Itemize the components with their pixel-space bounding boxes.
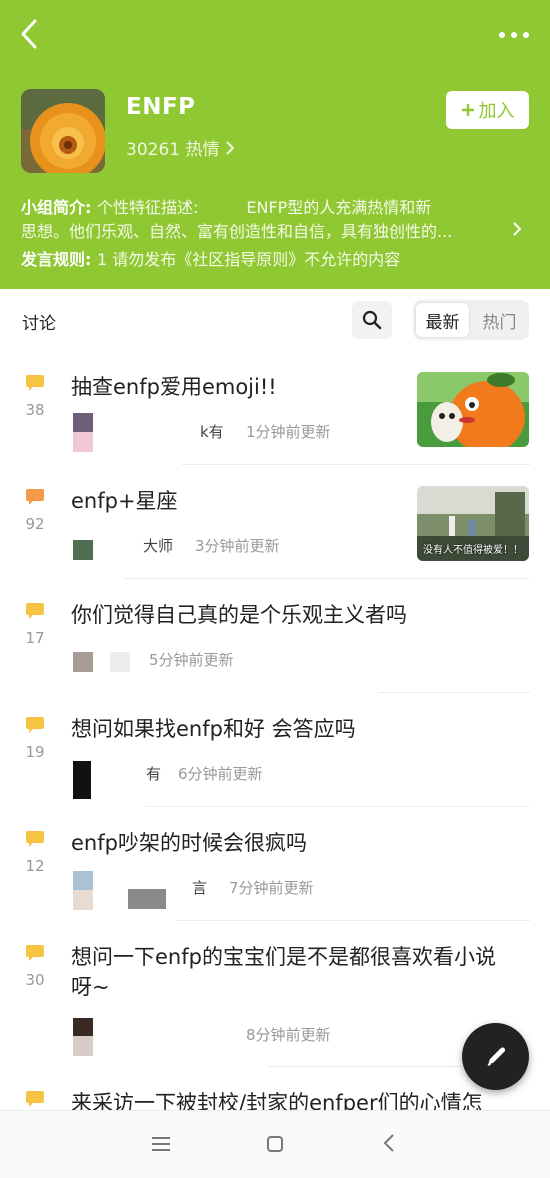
discussion-title: 讨论 — [22, 314, 56, 334]
author-name: 言 — [192, 879, 208, 897]
comment-icon — [26, 1091, 44, 1107]
author-name: 大师 — [143, 537, 174, 555]
divider — [268, 1066, 468, 1067]
divider — [146, 806, 530, 807]
intro-line1: 个性特征描述: ENFP型的人充满热情和新 — [96, 198, 432, 217]
comment-icon — [26, 717, 44, 733]
compose-button[interactable] — [462, 1023, 529, 1090]
intro-line2: 思想。他们乐观、自然、富有创造性和自信，具有独创性的... — [21, 222, 453, 241]
author-badge — [110, 652, 130, 672]
post-title-line1: 想问一下enfp的宝宝们是不是都很喜欢看小说 — [71, 945, 496, 969]
rules-text: 1 请勿发布《社区指导原则》不允许的内容 — [96, 250, 401, 269]
comment-count: 92 — [25, 515, 45, 533]
comment-count: 12 — [25, 857, 45, 875]
intro-label: 小组简介 — [21, 198, 86, 217]
chevron-right-icon — [226, 140, 235, 155]
nav-back-icon[interactable] — [382, 1133, 396, 1153]
update-time: 5分钟前更新 — [149, 651, 234, 669]
group-avatar[interactable] — [21, 89, 105, 173]
post-thumbnail[interactable] — [417, 372, 529, 447]
divider — [182, 464, 530, 465]
tab-latest[interactable]: 最新 — [415, 302, 470, 338]
back-arrow-icon — [21, 19, 37, 49]
join-label: 加入 — [478, 101, 515, 122]
author-avatar-lower — [73, 1036, 93, 1056]
search-icon — [362, 310, 382, 330]
post-thumbnail[interactable]: 没有人不值得被爱！！ — [417, 486, 529, 561]
sort-tabs: 最新 热门 — [413, 300, 529, 340]
author-name: k有 — [200, 423, 224, 441]
back-button[interactable] — [14, 16, 44, 52]
join-button[interactable]: 加入 — [446, 91, 529, 129]
comment-count: 38 — [25, 401, 45, 419]
post-title: 想问如果找enfp和好 会答应吗 — [71, 717, 356, 741]
author-avatar — [73, 1018, 93, 1038]
comment-icon — [26, 603, 44, 619]
more-button[interactable] — [496, 20, 532, 50]
rules-label: 发言规则 — [21, 250, 86, 269]
tab-hot[interactable]: 热门 — [472, 302, 527, 338]
author-badge — [128, 889, 166, 909]
comment-icon — [26, 831, 44, 847]
group-rules: 发言规则: 1 请勿发布《社区指导原则》不允许的内容 — [21, 250, 401, 269]
home-icon[interactable] — [266, 1135, 284, 1153]
author-avatar-lower — [73, 890, 93, 910]
plus-icon — [461, 104, 474, 116]
more-dots-icon — [499, 32, 529, 38]
author-avatar — [73, 413, 93, 433]
update-time: 3分钟前更新 — [195, 537, 280, 555]
menu-icon[interactable] — [150, 1135, 172, 1153]
author-avatar — [73, 761, 91, 799]
comment-count: 30 — [25, 971, 45, 989]
post-title: 你们觉得自己真的是个乐观主义者吗 — [71, 603, 407, 627]
post-title: enfp+星座 — [71, 489, 178, 513]
comment-icon — [26, 489, 44, 505]
pencil-icon — [487, 1047, 505, 1066]
comment-count: 17 — [25, 629, 45, 647]
search-button[interactable] — [352, 301, 392, 339]
heat-count[interactable]: 30261 热情 — [126, 135, 235, 160]
author-avatar — [73, 652, 93, 672]
comment-icon — [26, 945, 44, 961]
update-time: 1分钟前更新 — [246, 423, 331, 441]
author-avatar — [73, 540, 93, 560]
divider — [378, 692, 530, 693]
update-time: 6分钟前更新 — [178, 765, 263, 783]
update-time: 7分钟前更新 — [229, 879, 314, 897]
author-name: 有 — [146, 765, 162, 783]
group-header: ENFP 30261 热情 加入 小组简介: 个性特征描述: ENFP型的人充满… — [0, 0, 550, 289]
group-intro[interactable]: 小组简介: 个性特征描述: ENFP型的人充满热情和新 思想。他们乐观、自然、富… — [21, 196, 501, 244]
divider — [176, 920, 530, 921]
intro-chevron-icon[interactable] — [512, 221, 522, 237]
post-title: 抽查enfp爱用emoji!! — [71, 375, 277, 399]
system-nav-bar — [0, 1110, 550, 1178]
comment-icon — [26, 375, 44, 391]
divider — [124, 578, 530, 579]
comment-count: 19 — [25, 743, 45, 761]
author-avatar-lower — [73, 432, 93, 452]
author-avatar — [73, 871, 93, 891]
group-name: ENFP — [126, 94, 196, 120]
post-title-line2: 呀~ — [71, 975, 110, 999]
thumbnail-caption: 没有人不值得被爱！！ — [423, 545, 523, 556]
post-title: enfp吵架的时候会很疯吗 — [71, 831, 307, 855]
heat-text: 30261 热情 — [126, 140, 220, 160]
update-time: 8分钟前更新 — [246, 1026, 331, 1044]
